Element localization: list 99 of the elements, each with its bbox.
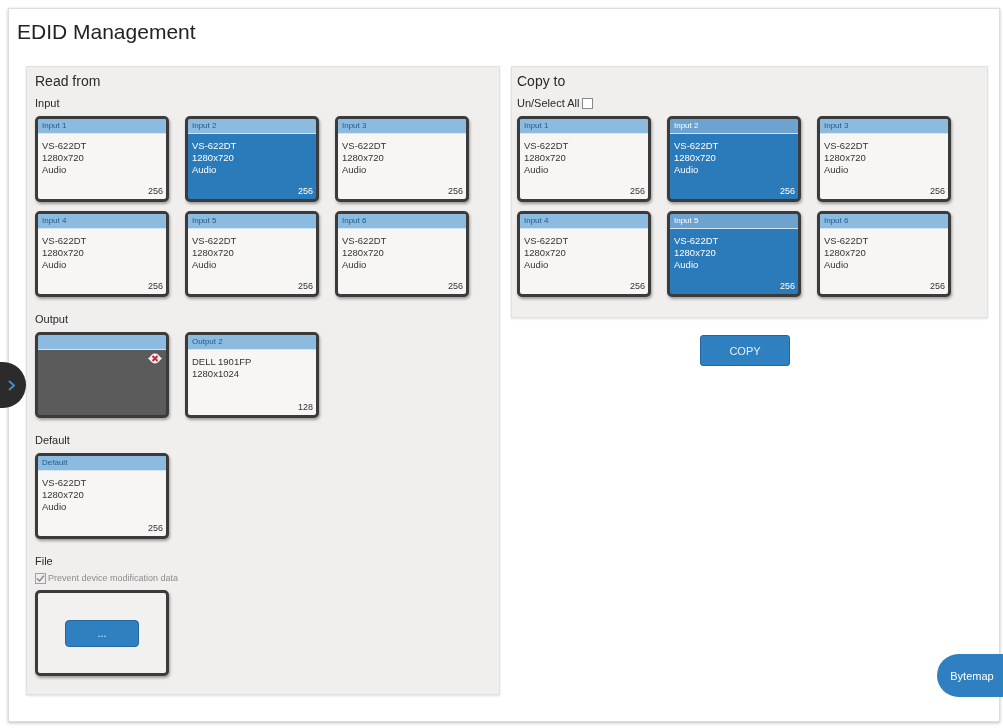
edid-info-text: VS-622DT	[342, 140, 387, 152]
edid-size-text: 256	[629, 186, 645, 197]
card-header: Input 1	[38, 119, 166, 134]
edid-info-text: VS-622DT	[524, 140, 569, 152]
edid-card[interactable]: Input 6 VS-622DT 1280x720 Audio 256	[335, 211, 469, 297]
panel-title: Copy to	[517, 72, 566, 90]
edid-size-text: 256	[297, 281, 313, 292]
card-header: Input 5	[188, 214, 316, 229]
edid-card[interactable]: Output 2 DELL 1901FP 1280x1024 128	[185, 332, 319, 418]
edid-info-text: VS-622DT	[524, 235, 569, 247]
edid-info-text: 1280x720	[342, 152, 384, 164]
edid-card[interactable]: Default VS-622DT 1280x720 Audio 256	[35, 453, 169, 539]
edid-info-text: Audio	[192, 259, 217, 271]
edid-info-text: VS-622DT	[824, 140, 869, 152]
section-label: Input	[35, 96, 60, 110]
edid-info-text: DELL 1901FP	[192, 356, 252, 368]
edid-card[interactable]: Input 3 VS-622DT 1280x720 Audio 256	[817, 116, 951, 202]
page-title: EDID Management	[17, 20, 196, 44]
edid-info-text: VS-622DT	[42, 477, 87, 489]
edid-info-text: 1280x720	[524, 152, 566, 164]
edid-info-text: VS-622DT	[342, 235, 387, 247]
edid-card[interactable]: Input 4 VS-622DT 1280x720 Audio 256	[35, 211, 169, 297]
edid-size-text: 256	[629, 281, 645, 292]
edid-size-text: 256	[929, 186, 945, 197]
edid-info-text: Audio	[342, 259, 367, 271]
edid-card[interactable]: Input 2 VS-622DT 1280x720 Audio 256	[667, 116, 801, 202]
section-label: Default	[35, 433, 70, 447]
card-header: Input 2	[188, 119, 316, 134]
edid-info-text: 1280x720	[192, 247, 234, 259]
bytemap-button[interactable]: Bytemap	[937, 654, 1003, 697]
edid-info-text: VS-622DT	[42, 235, 87, 247]
edid-info-text: 1280x720	[524, 247, 566, 259]
checkbox-label: Prevent device modification data	[48, 572, 179, 584]
edid-info-text: Audio	[342, 164, 367, 176]
chevron-right-icon	[8, 379, 15, 391]
edid-info-text: 1280x720	[342, 247, 384, 259]
card-header: Input 6	[820, 214, 948, 229]
edid-info-text: VS-622DT	[192, 235, 237, 247]
edid-info-text: Audio	[192, 164, 217, 176]
card-header: Input 4	[38, 214, 166, 229]
copy-button[interactable]: COPY	[700, 335, 790, 366]
edid-card[interactable]: Input 4 VS-622DT 1280x720 Audio 256	[517, 211, 651, 297]
card-header: Input 6	[338, 214, 466, 229]
card-header: Default	[38, 456, 166, 471]
card-header: Input 2	[670, 119, 798, 134]
edid-info-text: 1280x720	[824, 247, 866, 259]
edid-info-text: Audio	[674, 164, 699, 176]
edid-size-text: 256	[447, 281, 463, 292]
edid-info-text: VS-622DT	[42, 140, 87, 152]
edid-info-text: 1280x720	[42, 152, 84, 164]
edid-info-text: 1280x720	[674, 247, 716, 259]
disconnected-card[interactable]	[35, 332, 169, 418]
edid-info-text: Audio	[42, 501, 67, 513]
edid-info-text: 1280x1024	[192, 368, 240, 380]
section-label: Output	[35, 312, 69, 326]
edid-info-text: Audio	[824, 164, 849, 176]
edid-card[interactable]: Input 5 VS-622DT 1280x720 Audio 256	[667, 211, 801, 297]
checkbox[interactable]	[582, 97, 594, 109]
edid-size-text: 256	[929, 281, 945, 292]
edid-card[interactable]: Input 1 VS-622DT 1280x720 Audio 256	[517, 116, 651, 202]
edid-card[interactable]: Input 5 VS-622DT 1280x720 Audio 256	[185, 211, 319, 297]
edid-info-text: VS-622DT	[674, 235, 719, 247]
edid-info-text: Audio	[42, 164, 67, 176]
edid-card[interactable]: Input 3 VS-622DT 1280x720 Audio 256	[335, 116, 469, 202]
panel-title: Read from	[35, 72, 101, 90]
card-header: Input 3	[820, 119, 948, 134]
edid-size-text: 256	[297, 186, 313, 197]
edid-size-text: 256	[447, 186, 463, 197]
edid-info-text: Audio	[524, 259, 549, 271]
edid-info-text: 1280x720	[42, 489, 84, 501]
card-header: Output 2	[188, 335, 316, 350]
card-header: Input 4	[520, 214, 648, 229]
edid-card[interactable]: Input 2 VS-622DT 1280x720 Audio 256	[185, 116, 319, 202]
edid-size-text: 256	[779, 186, 795, 197]
edid-card[interactable]: Input 1 VS-622DT 1280x720 Audio 256	[35, 116, 169, 202]
edid-info-text: 1280x720	[192, 152, 234, 164]
edid-info-text: VS-622DT	[192, 140, 237, 152]
select-all-label: Un/Select All	[517, 96, 580, 110]
edid-info-text: VS-622DT	[824, 235, 869, 247]
section-label: File	[35, 554, 53, 568]
edid-size-text: 128	[297, 402, 313, 413]
edid-info-text: Audio	[42, 259, 67, 271]
edid-info-text: Audio	[824, 259, 849, 271]
edid-size-text: 256	[147, 523, 163, 534]
card-header: Input 5	[670, 214, 798, 229]
edid-size-text: 256	[779, 281, 795, 292]
edid-info-text: Audio	[674, 259, 699, 271]
edid-size-text: 256	[147, 281, 163, 292]
edid-info-text: 1280x720	[42, 247, 84, 259]
browse-button[interactable]: ...	[65, 619, 139, 647]
edid-card[interactable]: Input 6 VS-622DT 1280x720 Audio 256	[817, 211, 951, 297]
card-header: Input 1	[520, 119, 648, 134]
edid-info-text: VS-622DT	[674, 140, 719, 152]
edid-info-text: 1280x720	[824, 152, 866, 164]
edid-info-text: Audio	[524, 164, 549, 176]
edid-info-text: 1280x720	[674, 152, 716, 164]
edid-size-text: 256	[147, 186, 163, 197]
x-mark-icon	[148, 353, 162, 364]
card-header: Input 3	[338, 119, 466, 134]
